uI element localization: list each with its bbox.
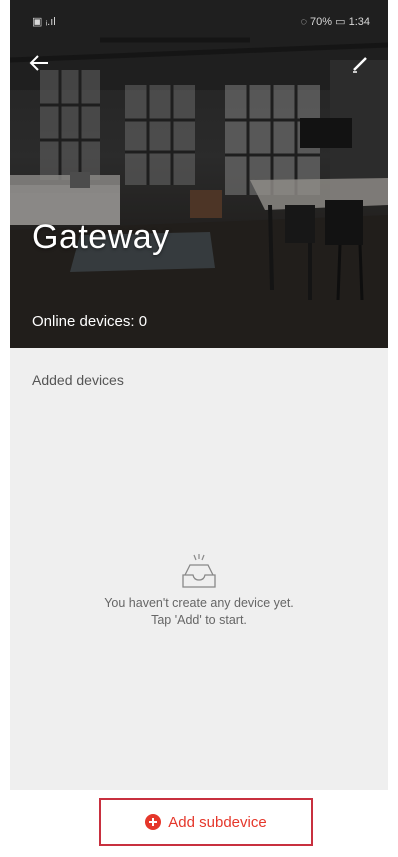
app-screen: ▣ ᵢ.ıl ◌ 70% ▭ 1:34 Gateway Online devic… (10, 0, 388, 857)
room-background-image (10, 0, 388, 348)
status-bar: ▣ ᵢ.ıl ◌ 70% ▭ 1:34 (10, 0, 388, 40)
empty-state: You haven't create any device yet. Tap '… (10, 553, 388, 629)
empty-message-line2: Tap 'Add' to start. (151, 613, 247, 627)
bottom-action-bar: Add subdevice (10, 790, 388, 857)
empty-message-line1: You haven't create any device yet. (104, 596, 294, 610)
pencil-icon (353, 57, 367, 73)
online-devices-count: Online devices: 0 (32, 313, 148, 330)
plus-circle-icon (145, 814, 162, 830)
gateway-header: ▣ ᵢ.ıl ◌ 70% ▭ 1:34 Gateway Online devic… (10, 0, 388, 348)
empty-inbox-icon (182, 554, 216, 588)
signal-indicator: ▣ ᵢ.ıl (32, 16, 56, 28)
add-subdevice-button[interactable]: Add subdevice (99, 798, 313, 846)
add-subdevice-label: Add subdevice (168, 813, 267, 831)
added-devices-label: Added devices (32, 372, 124, 388)
arrow-left-icon (29, 55, 48, 71)
battery-time-indicator: ◌ 70% ▭ 1:34 (300, 16, 370, 28)
edit-button[interactable] (350, 54, 374, 78)
back-button[interactable] (28, 52, 56, 80)
page-title: Gateway (32, 218, 170, 256)
